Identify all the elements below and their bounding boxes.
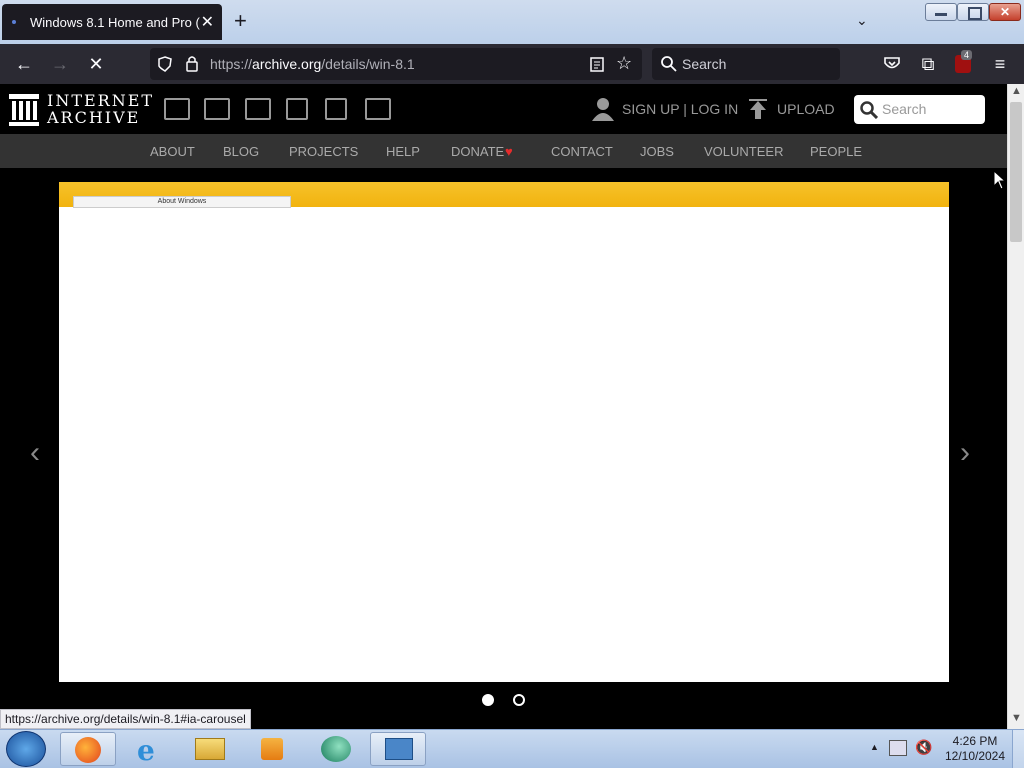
vertical-scrollbar[interactable]: ▲ ▼ [1007,84,1024,729]
minimize-button[interactable] [925,3,957,21]
search-icon [860,101,878,119]
audio-icon[interactable] [286,98,308,120]
upload-link[interactable]: UPLOAD [777,101,835,117]
nav-people[interactable]: PEOPLE [810,144,862,159]
taskbar-ie[interactable]: e [123,732,179,767]
menu-icon[interactable]: ≡ [990,54,1010,74]
texts-icon[interactable] [204,98,230,120]
ia-search-input[interactable]: Search [854,95,985,124]
volume-muted-icon[interactable]: 🔇 [915,739,932,756]
web-icon[interactable] [164,98,190,120]
reader-view-icon[interactable] [590,57,604,72]
search-icon [661,56,677,72]
taskbar-explorer[interactable] [183,732,239,766]
clock-time: 4:26 PM [952,734,998,748]
nav-donate[interactable]: DONATE [451,144,504,159]
user-icon[interactable] [592,97,614,121]
ia-header: INTERNET ARCHIVE SIGN UP | LOG IN UPLOAD… [0,84,1007,134]
internet-explorer-icon: e [137,734,155,767]
show-hidden-icons[interactable]: ▲ [870,742,879,752]
taskbar-app[interactable] [309,732,365,766]
nav-jobs[interactable]: JOBS [640,144,674,159]
tab-title: Windows 8.1 Home and Pro (x6 [30,14,200,30]
ia-top-nav: ABOUT BLOG PROJECTS HELP DONATE ♥ CONTAC… [0,134,1007,168]
scroll-down-icon[interactable]: ▼ [1011,712,1022,724]
ublock-badge: 4 [961,50,973,60]
bookmark-star-icon[interactable]: ☆ [616,53,632,74]
shield-icon[interactable] [158,56,172,72]
new-tab-button[interactable]: + [234,10,247,32]
video-icon[interactable] [245,98,271,120]
close-tab-icon[interactable]: ✕ [201,12,214,32]
restore-button[interactable] [957,3,989,21]
navigation-toolbar: ← → ✕ https://archive.org/details/win-8.… [0,44,1024,84]
tab-loading-icon [12,20,16,24]
nav-blog[interactable]: BLOG [223,144,259,159]
search-placeholder: Search [682,56,727,72]
extensions-icon[interactable]: ⧉ [918,54,938,74]
carousel-prev-arrow-icon[interactable]: ‹ [30,436,40,470]
logo-line-2: ARCHIVE [47,108,141,127]
scrollbar-thumb[interactable] [1010,102,1022,242]
about-windows-dialog: About Windows [73,196,291,208]
network-icon[interactable] [889,740,907,756]
close-window-button[interactable]: ✕ [989,3,1021,21]
browser-tab[interactable]: Windows 8.1 Home and Pro (x6 ✕ [2,4,222,40]
nav-contact[interactable]: CONTACT [551,144,613,159]
nav-about[interactable]: ABOUT [150,144,195,159]
browser-search-bar[interactable]: Search [652,48,840,80]
carousel-dot-2[interactable] [513,694,525,706]
media-player-icon [261,738,283,760]
carousel-dot-1[interactable] [482,694,494,706]
windows-taskbar: e ▲ 🔇 4:26 PM 12/10/2024 [0,729,1024,768]
ia-logo-text[interactable]: INTERNET ARCHIVE [47,92,154,126]
nav-projects[interactable]: PROJECTS [289,144,358,159]
carousel-slide-image[interactable]: About Windows [59,182,949,682]
carousel-next-arrow-icon[interactable]: › [960,436,970,470]
system-clock[interactable]: 4:26 PM 12/10/2024 [940,734,1010,764]
pocket-icon[interactable] [883,56,901,72]
lock-icon[interactable] [185,55,199,73]
stop-loading-icon[interactable]: ✕ [86,54,106,74]
control-panel-icon [385,738,413,760]
back-icon[interactable]: ← [14,54,34,74]
ia-logo-icon[interactable] [9,94,39,126]
list-tabs-icon[interactable]: ⌄ [856,12,868,29]
taskbar-control-panel[interactable] [370,732,426,766]
upload-icon[interactable] [748,99,768,121]
images-icon[interactable] [365,98,391,120]
ia-search-placeholder: Search [882,101,927,117]
clock-date: 12/10/2024 [944,749,1006,763]
url-bar[interactable]: https://archive.org/details/win-8.1 ☆ [150,48,642,80]
start-button[interactable] [6,731,46,767]
signup-login-link[interactable]: SIGN UP | LOG IN [622,101,738,117]
firefox-icon [75,737,101,763]
nav-help[interactable]: HELP [386,144,420,159]
logo-line-1: INTERNET [47,91,155,110]
carousel-stage: About Windows ‹ › [0,168,1007,712]
mouse-cursor-icon [993,170,1005,190]
folder-icon [195,738,225,760]
link-status-url: https://archive.org/details/win-8.1#ia-c… [0,709,251,729]
scroll-up-icon[interactable]: ▲ [1011,85,1022,97]
show-desktop-button[interactable] [1012,730,1024,768]
taskbar-firefox[interactable] [60,732,116,766]
app-icon [321,736,351,762]
taskbar-media-player[interactable] [245,732,301,766]
nav-volunteer[interactable]: VOLUNTEER [704,144,783,159]
heart-icon: ♥ [505,144,513,159]
url-text[interactable]: https://archive.org/details/win-8.1 [210,56,415,72]
tab-strip: Windows 8.1 Home and Pro (x6 ✕ + ⌄ ✕ [0,0,1024,44]
forward-icon[interactable]: → [50,54,70,74]
software-icon[interactable] [325,98,347,120]
